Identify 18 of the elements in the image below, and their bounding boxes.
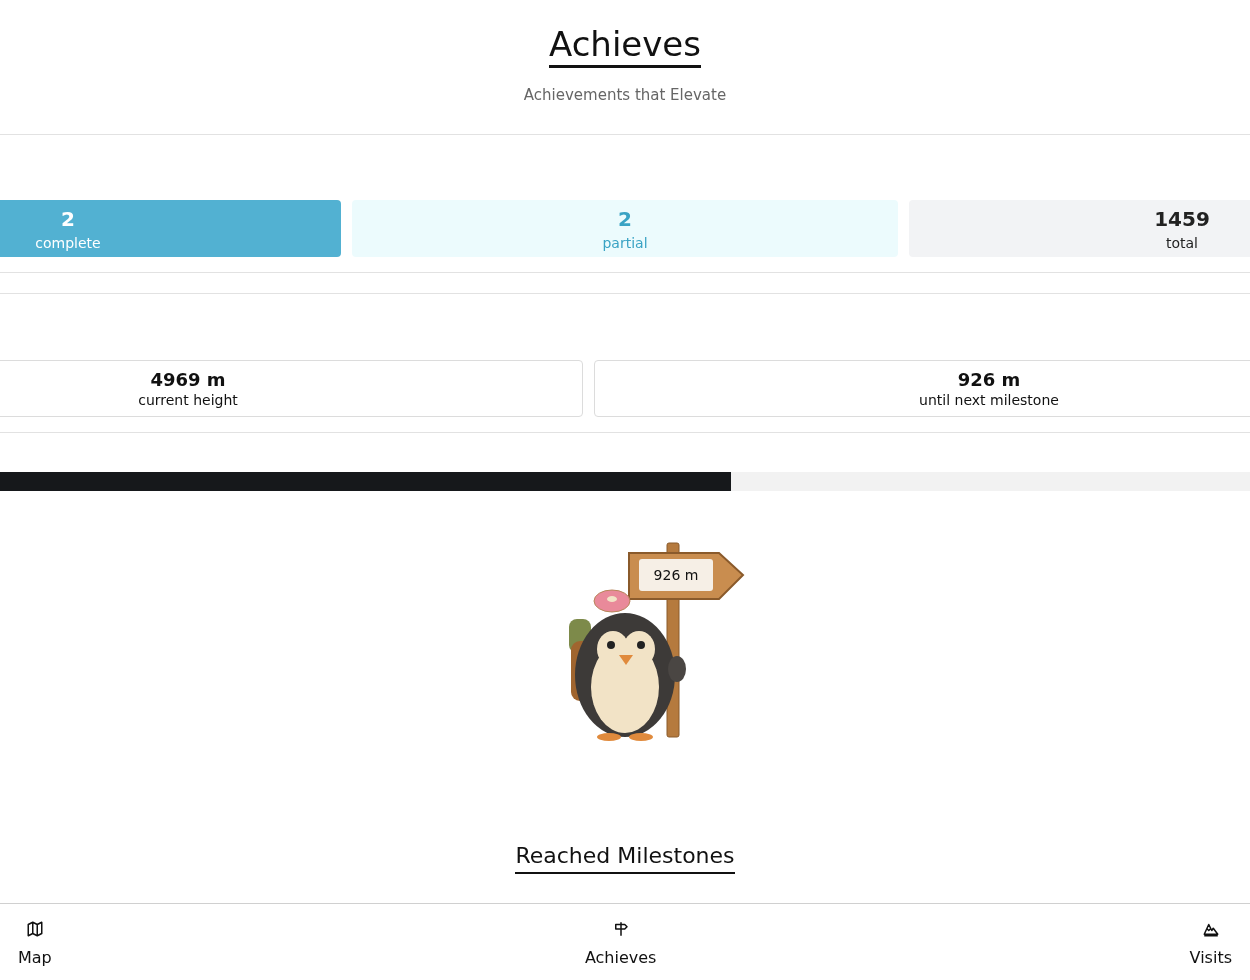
nav-tab[interactable]: Achieves: [580, 904, 661, 980]
stat-label: complete: [35, 234, 101, 251]
page-subtitle: Achievements that Elevate: [523, 86, 727, 105]
stat-value: 1459: [1154, 206, 1210, 231]
stat-label: partial: [602, 234, 648, 251]
stat-value: 2: [61, 206, 75, 231]
height-label: until next milestone: [919, 392, 1059, 409]
height-value: 926 m: [957, 369, 1021, 391]
nav-tab[interactable]: Visits: [1185, 904, 1236, 980]
map-icon: [25, 920, 44, 938]
height-value: 4969 m: [150, 369, 226, 391]
sign-label: 926 m: [639, 559, 713, 592]
page-title: Achieves: [549, 26, 701, 69]
stat-label: total: [1166, 234, 1198, 251]
nav-tab[interactable]: Map: [14, 904, 56, 980]
section-title: Reached Milestones: [515, 844, 735, 874]
height-label: current height: [138, 392, 238, 409]
stat-value: 2: [618, 206, 632, 231]
